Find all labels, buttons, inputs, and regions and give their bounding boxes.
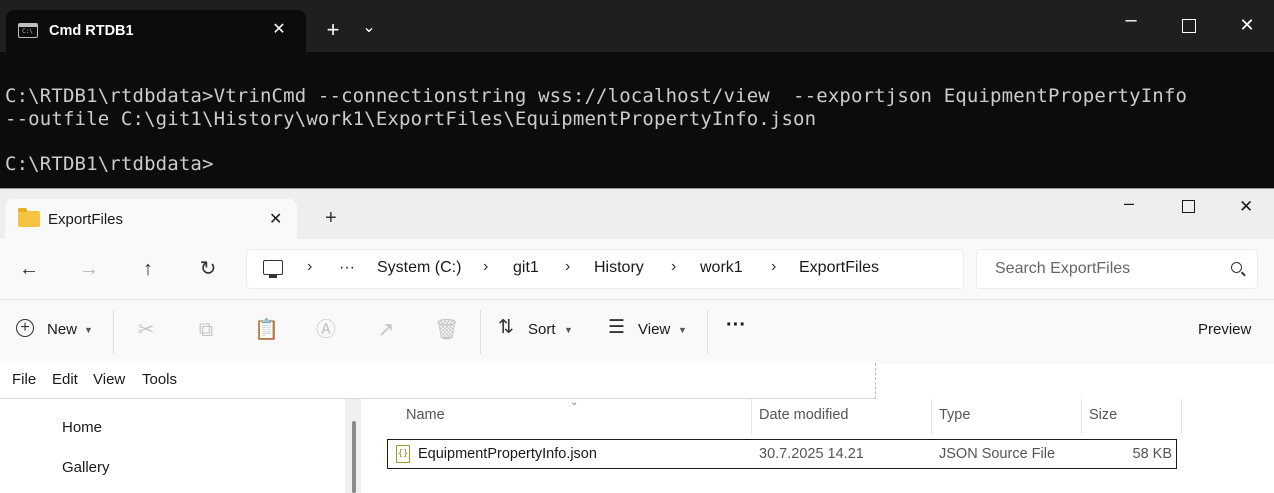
column-divider[interactable] [1181,399,1182,435]
file-row[interactable]: {} EquipmentPropertyInfo.json 30.7.2025 … [387,439,1177,469]
column-header-name[interactable]: Name [406,407,445,423]
file-type: JSON Source File [939,446,1056,462]
new-tab-button[interactable]: + [318,19,348,44]
breadcrumb-item-history[interactable]: History [594,259,644,277]
chevron-down-icon: ⌄ [570,397,579,408]
search-placeholder: Search ExportFiles [995,260,1131,277]
command-bar: + New ▼ ✂ ⧉ 📋 Ⓐ ↗ 🗑 ⇅ Sort ▼ ☰ View ▼ ··… [0,299,1274,364]
rename-icon[interactable]: Ⓐ [314,318,338,342]
chevron-right-icon[interactable]: › [771,258,776,276]
copy-icon[interactable]: ⧉ [194,318,218,342]
chevron-right-icon[interactable]: › [565,258,570,276]
terminal-tab[interactable]: C:\ Cmd RTDB1 ✕ [6,10,306,52]
menu-file[interactable]: File [12,371,36,388]
column-header-size[interactable]: Size [1089,407,1117,423]
column-header-type[interactable]: Type [939,407,970,423]
nav-item-home[interactable]: Home [62,419,102,436]
search-icon-handle [1241,271,1246,277]
toolbar-divider [707,310,708,354]
chevron-right-icon[interactable]: › [671,258,676,276]
cut-icon[interactable]: ✂ [134,318,158,342]
breadcrumb-item-exportfiles[interactable]: ExportFiles [799,259,879,277]
column-divider[interactable] [751,399,752,435]
toolbar-divider [113,310,114,354]
breadcrumb-item-git1[interactable]: git1 [513,259,539,277]
file-size: 58 KB [1132,446,1173,462]
breadcrumb-more[interactable]: ··· [339,259,355,277]
menu-bar: File Edit View Tools [0,363,876,399]
sort-icon[interactable]: ⇅ [498,316,514,339]
preview-button[interactable]: Preview [1198,321,1251,338]
back-arrow-icon[interactable]: ← [14,254,44,284]
toolbar-divider [480,310,481,354]
column-divider[interactable] [1081,399,1082,435]
breadcrumb-item-system-c[interactable]: System (C:) [377,259,461,277]
this-pc-icon-stand [269,275,277,278]
terminal-window: C:\ Cmd RTDB1 ✕ + ⌄ – ✕ C:\RTDB1\rtdbdat… [0,0,1274,188]
view-button[interactable]: View [638,321,670,338]
delete-icon[interactable]: 🗑 [434,318,459,342]
forward-arrow-icon[interactable]: → [74,254,104,284]
address-bar[interactable]: › ··· System (C:) › git1 › History › wor… [246,249,964,289]
close-window-icon[interactable]: ✕ [1232,15,1262,39]
file-explorer-window: ExportFiles ✕ + – ✕ ← → ↑ ↻ › ··· System… [0,188,1274,493]
column-header-date-modified[interactable]: Date modified [759,407,848,423]
folder-icon [18,208,40,227]
refresh-icon[interactable]: ↻ [193,254,223,284]
terminal-titlebar: C:\ Cmd RTDB1 ✕ + ⌄ – ✕ [0,0,1274,52]
scrollbar-thumb[interactable] [352,421,356,493]
minimize-icon[interactable]: – [1116,10,1146,34]
explorer-titlebar: ExportFiles ✕ + – ✕ [0,189,1274,239]
menu-edit[interactable]: Edit [52,371,78,388]
close-window-icon[interactable]: ✕ [1239,197,1253,217]
menu-view[interactable]: View [93,371,125,388]
sort-button[interactable]: Sort [528,321,556,338]
new-plus-icon[interactable]: + [16,319,34,337]
cmd-icon: C:\ [18,23,38,38]
new-tab-button[interactable]: + [325,207,337,230]
nav-item-gallery[interactable]: Gallery [62,459,110,476]
new-button[interactable]: New [47,321,77,338]
terminal-prompt: C:\RTDB1\rtdbdata> [5,153,214,175]
navigation-bar: ← → ↑ ↻ › ··· System (C:) › git1 › Histo… [0,239,1274,299]
share-icon[interactable]: ↗ [374,318,398,342]
menu-tools[interactable]: Tools [142,371,177,388]
file-date-modified: 30.7.2025 14.21 [759,446,864,462]
maximize-icon[interactable] [1182,19,1196,33]
terminal-line: C:\RTDB1\rtdbdata>VtrinCmd --connections… [5,85,1188,107]
more-options-button[interactable]: ··· [726,314,746,337]
explorer-tab[interactable]: ExportFiles ✕ [5,199,297,239]
up-arrow-icon[interactable]: ↑ [133,254,163,284]
terminal-line: --outfile C:\git1\History\work1\ExportFi… [5,108,817,130]
close-tab-icon[interactable]: ✕ [264,20,294,44]
minimize-icon[interactable]: – [1124,193,1134,214]
chevron-right-icon[interactable]: › [307,258,312,276]
chevron-down-icon[interactable]: ▼ [678,325,687,335]
navigation-pane: Home Gallery [0,399,360,493]
search-input[interactable]: Search ExportFiles [976,249,1258,289]
json-file-icon: {} [396,445,410,463]
tab-dropdown-button[interactable]: ⌄ [354,18,384,42]
terminal-tab-title: Cmd RTDB1 [49,23,134,39]
chevron-right-icon[interactable]: › [483,258,488,276]
paste-icon[interactable]: 📋 [254,318,279,342]
maximize-icon[interactable] [1182,200,1195,213]
file-name: EquipmentPropertyInfo.json [418,446,597,462]
this-pc-icon[interactable] [263,260,283,275]
search-icon[interactable] [1231,262,1242,273]
close-tab-icon[interactable]: ✕ [269,209,282,229]
chevron-down-icon[interactable]: ▼ [564,325,573,335]
column-divider[interactable] [931,399,932,435]
breadcrumb-item-work1[interactable]: work1 [700,259,743,277]
explorer-tab-title: ExportFiles [48,211,124,228]
view-icon[interactable]: ☰ [608,316,625,339]
chevron-down-icon[interactable]: ▼ [84,325,93,335]
